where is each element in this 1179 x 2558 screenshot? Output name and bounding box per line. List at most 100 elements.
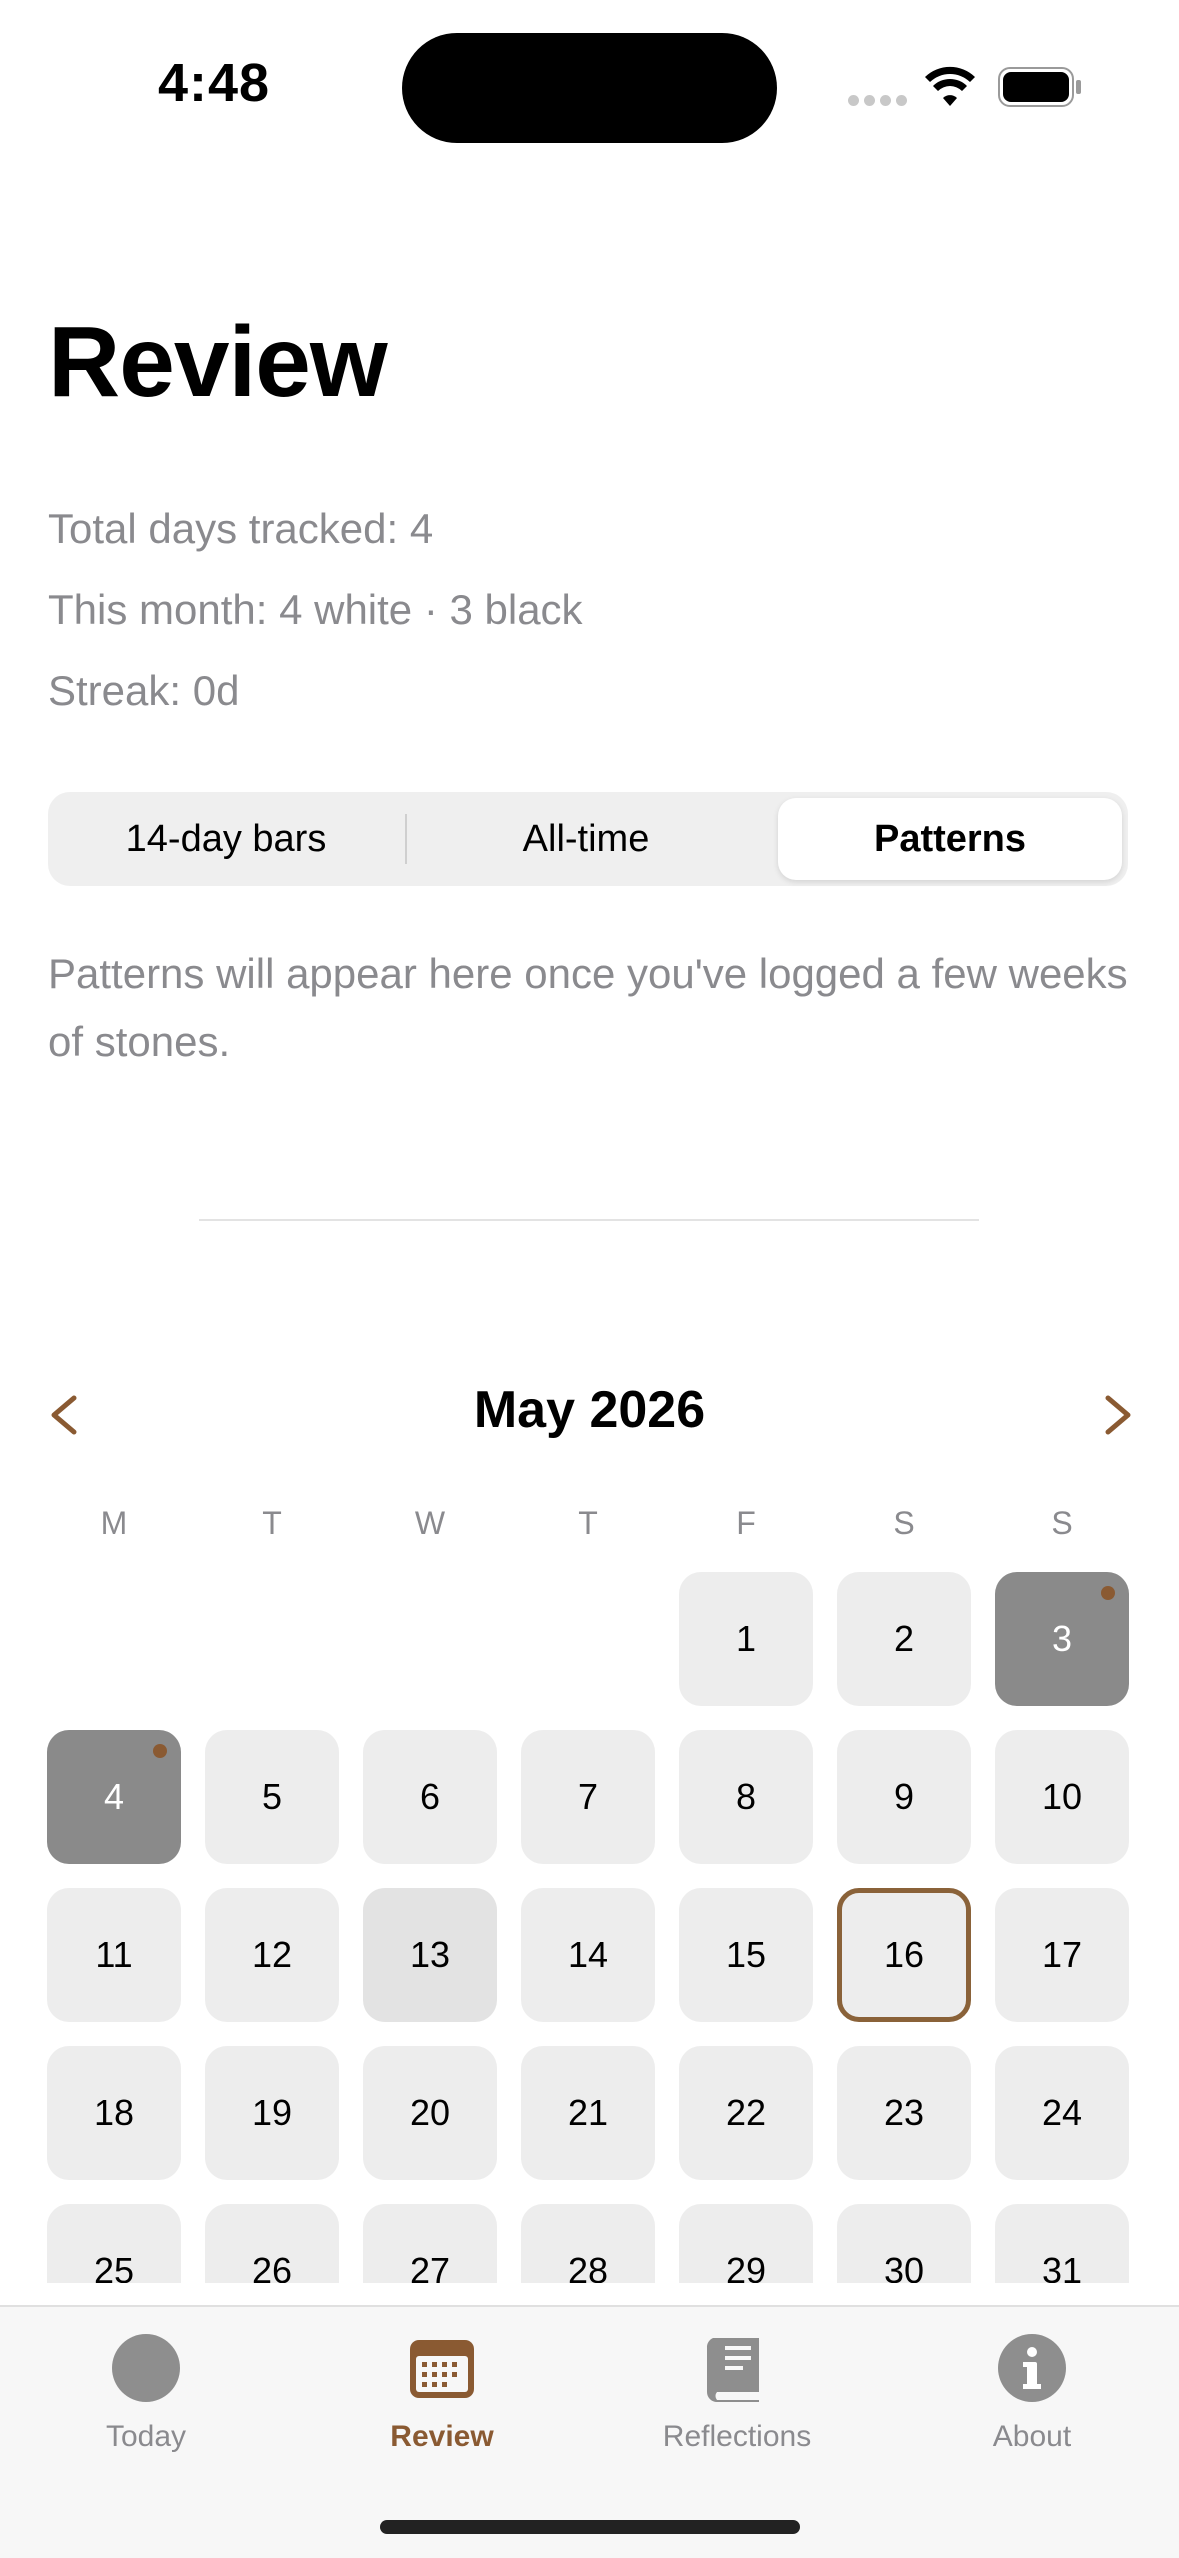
- calendar-icon: [410, 2340, 474, 2398]
- signal-dot: [880, 95, 891, 106]
- tab-review[interactable]: Review: [322, 2320, 562, 2460]
- tab-label: Review: [390, 2420, 494, 2453]
- calendar-day-cell[interactable]: 31: [995, 2204, 1129, 2283]
- calendar-day-number: 16: [883, 1934, 925, 1975]
- signal-dot: [896, 95, 907, 106]
- weekday-label: M: [100, 1505, 128, 1541]
- calendar-day-cell[interactable]: 8: [679, 1730, 813, 1864]
- calendar-day-number: 14: [567, 1934, 609, 1975]
- segment-14-day-bars[interactable]: 14-day bars: [48, 792, 404, 886]
- stat-streak: Streak: 0d: [48, 667, 240, 714]
- calendar-day-cell[interactable]: 19: [205, 2046, 339, 2180]
- calendar-day-cell[interactable]: 3: [995, 1572, 1129, 1706]
- tab-today[interactable]: Today: [26, 2320, 266, 2460]
- calendar-day-number: 19: [251, 2092, 293, 2133]
- calendar-day-number: 21: [567, 2092, 609, 2133]
- weekday-label: T: [578, 1505, 598, 1541]
- calendar-day-number: 20: [409, 2092, 451, 2133]
- calendar-day-number: 4: [103, 1776, 125, 1817]
- weekday-label: T: [262, 1505, 282, 1541]
- calendar-day-cell[interactable]: 26: [205, 2204, 339, 2283]
- calendar-day-cell[interactable]: 5: [205, 1730, 339, 1864]
- calendar-day-cell[interactable]: 30: [837, 2204, 971, 2283]
- calendar-day-number: 30: [883, 2250, 925, 2283]
- calendar-day-number: 2: [893, 1618, 915, 1659]
- calendar-day-cell[interactable]: 1: [679, 1572, 813, 1706]
- weekday-label: W: [414, 1505, 446, 1541]
- weekday-label: S: [893, 1505, 915, 1541]
- tab-reflections[interactable]: Reflections: [617, 2320, 857, 2460]
- status-time: 4:48: [158, 53, 271, 113]
- calendar-day-cell[interactable]: 29: [679, 2204, 813, 2283]
- calendar-day-number: 23: [883, 2092, 925, 2133]
- weekday-label: S: [1051, 1505, 1073, 1541]
- calendar-day-cell[interactable]: 27: [363, 2204, 497, 2283]
- calendar-day-cell[interactable]: 25: [47, 2204, 181, 2283]
- calendar-day-cell[interactable]: 22: [679, 2046, 813, 2180]
- book-icon: [706, 2338, 759, 2402]
- calendar-day-number: 26: [251, 2250, 293, 2283]
- calendar-day-number: 9: [893, 1776, 915, 1817]
- calendar-day-cell[interactable]: 28: [521, 2204, 655, 2283]
- calendar-day-cell[interactable]: 20: [363, 2046, 497, 2180]
- calendar-day-number: 3: [1051, 1618, 1073, 1659]
- segment-patterns[interactable]: Patterns: [778, 798, 1122, 880]
- entry-dot-indicator: [153, 1744, 167, 1758]
- calendar-day-number: 12: [251, 1934, 293, 1975]
- calendar-day-cell[interactable]: 11: [47, 1888, 181, 2022]
- calendar-day-number: 27: [409, 2250, 451, 2283]
- signal-dot: [864, 95, 875, 106]
- wifi-icon: [925, 66, 975, 106]
- tab-label: Today: [105, 2420, 187, 2453]
- calendar-day-cell[interactable]: 7: [521, 1730, 655, 1864]
- stat-this-month: This month: 4 white · 3 black: [48, 586, 583, 633]
- segment-all-time[interactable]: All-time: [408, 792, 764, 886]
- home-indicator: [380, 2520, 800, 2534]
- calendar-day-cell[interactable]: 23: [837, 2046, 971, 2180]
- calendar-day-number: 15: [725, 1934, 767, 1975]
- calendar-day-cell[interactable]: 15: [679, 1888, 813, 2022]
- calendar-day-number: 13: [409, 1934, 451, 1975]
- stat-total-days: Total days tracked: 4: [48, 505, 434, 552]
- view-segmented-control: 14-day bars All-time Patterns: [48, 792, 1128, 886]
- calendar-day-number: 10: [1041, 1776, 1083, 1817]
- calendar-month-label: May 2026: [473, 1381, 706, 1439]
- calendar-day-number: 5: [261, 1776, 283, 1817]
- next-month-chevron-icon[interactable]: [1086, 1380, 1146, 1450]
- calendar-day-number: 22: [725, 2092, 767, 2133]
- weekday-label: F: [736, 1505, 756, 1541]
- calendar-day-number: 17: [1041, 1934, 1083, 1975]
- tab-about[interactable]: About: [912, 2320, 1152, 2460]
- calendar-day-number: 6: [419, 1776, 441, 1817]
- calendar-day-cell[interactable]: 9: [837, 1730, 971, 1864]
- page-title: Review: [48, 306, 388, 418]
- tab-label: About: [992, 2420, 1072, 2453]
- calendar-day-cell[interactable]: 4: [47, 1730, 181, 1864]
- calendar-day-cell[interactable]: 18: [47, 2046, 181, 2180]
- calendar-day-cell[interactable]: 17: [995, 1888, 1129, 2022]
- calendar-day-cell[interactable]: 14: [521, 1888, 655, 2022]
- calendar-day-number: 11: [95, 1934, 133, 1975]
- section-divider: [199, 1219, 979, 1221]
- tab-label: Reflections: [662, 2420, 812, 2453]
- calendar-day-cell[interactable]: 21: [521, 2046, 655, 2180]
- calendar-day-number: 25: [93, 2250, 135, 2283]
- calendar-day-cell[interactable]: 13: [363, 1888, 497, 2022]
- circle-icon: [112, 2334, 180, 2402]
- calendar-day-cell[interactable]: 16: [837, 1888, 971, 2022]
- calendar-day-cell[interactable]: 24: [995, 2046, 1129, 2180]
- battery-icon: [998, 67, 1081, 107]
- calendar-day-number: 31: [1041, 2250, 1083, 2283]
- entry-dot-indicator: [1101, 1586, 1115, 1600]
- calendar-grid: 1 2 3 4 5 6 7 8 9 10 11 12 13 14 15 16 17 18 19 20 21 22 23 24 2…: [0, 1560, 1179, 2283]
- calendar-day-number: 1: [735, 1618, 757, 1659]
- calendar-day-cell[interactable]: 2: [837, 1572, 971, 1706]
- patterns-empty-message: Patterns will appear here once you've lo…: [48, 950, 1128, 1065]
- calendar-day-cell[interactable]: 12: [205, 1888, 339, 2022]
- calendar-day-cell[interactable]: 6: [363, 1730, 497, 1864]
- dynamic-island: [402, 33, 777, 143]
- calendar-day-number: 7: [577, 1776, 599, 1817]
- calendar-day-cell[interactable]: 10: [995, 1730, 1129, 1864]
- calendar-day-number: 24: [1041, 2092, 1083, 2133]
- calendar-day-number: 28: [567, 2250, 609, 2283]
